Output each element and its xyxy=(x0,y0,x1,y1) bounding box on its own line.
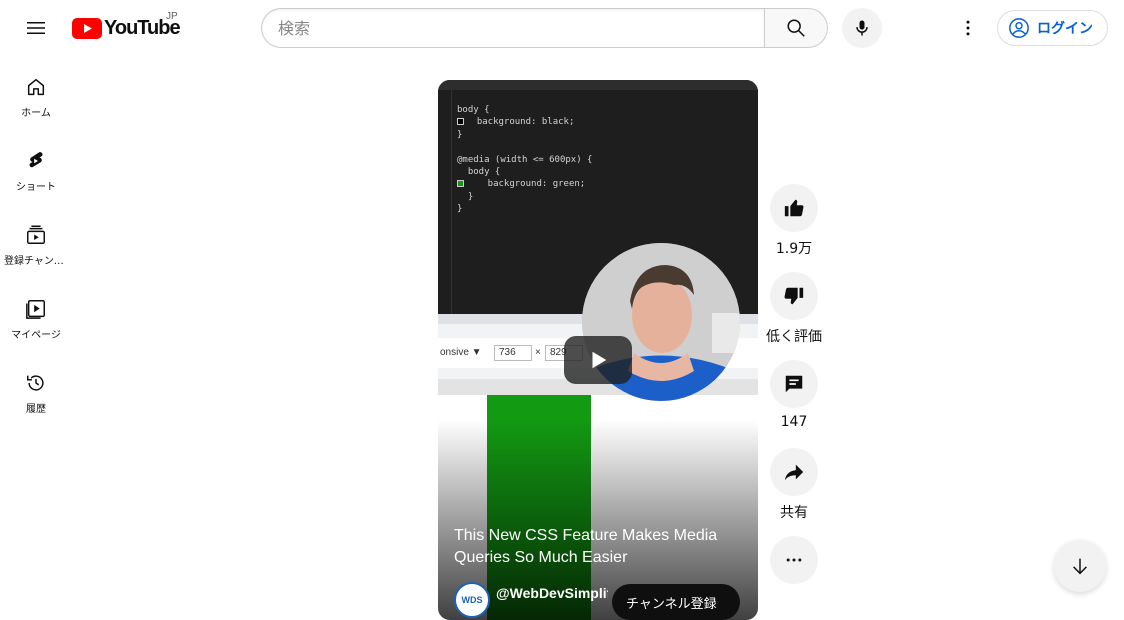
youtube-logo[interactable]: YouTube JP xyxy=(72,11,181,39)
settings-more-button[interactable] xyxy=(948,8,988,48)
dislike-label: 低く評価 xyxy=(766,329,822,345)
more-actions-button[interactable] xyxy=(770,536,818,584)
code-line: } xyxy=(457,204,463,215)
device-width-field: 736 xyxy=(494,345,532,361)
sidebar-item-library[interactable]: マイページ xyxy=(0,278,72,352)
device-select: onsive ▼ xyxy=(440,347,482,358)
sidebar-item-shorts[interactable]: ショート xyxy=(0,130,72,204)
code-line: } xyxy=(457,129,463,140)
voice-search-button[interactable] xyxy=(842,8,882,48)
channel-handle[interactable]: @WebDevSimplified xyxy=(496,585,608,601)
play-button[interactable] xyxy=(564,336,632,384)
code-block: body { background: black;} @media (width… xyxy=(457,104,592,216)
comments-action: 147 xyxy=(770,360,818,430)
arrow-down-icon xyxy=(1073,558,1087,575)
search-box xyxy=(261,8,828,48)
subscribe-label: チャンネル登録 xyxy=(626,596,717,612)
color-swatch-black xyxy=(457,118,464,126)
dislike-button[interactable] xyxy=(770,272,818,320)
comment-icon xyxy=(785,375,803,393)
logo-region-code: JP xyxy=(166,11,178,22)
dislike-action: 低く評価 xyxy=(766,272,822,346)
hamburger-menu-icon xyxy=(27,22,45,34)
like-count: 1.9万 xyxy=(775,241,813,257)
code-line: body { xyxy=(457,105,490,115)
search-button[interactable] xyxy=(764,8,828,48)
code-line: @media (width <= 600px) { xyxy=(457,154,593,165)
more-horizontal-icon xyxy=(786,558,802,562)
code-line-text: background: black; xyxy=(466,117,575,128)
code-line-text: background: green; xyxy=(466,179,586,190)
next-video-button[interactable] xyxy=(1054,540,1106,592)
home-icon xyxy=(27,78,45,96)
history-icon xyxy=(27,375,44,391)
login-button[interactable]: ログイン xyxy=(997,10,1108,46)
sidebar-item-subscriptions[interactable]: 登録チャンネル xyxy=(0,204,72,278)
microphone-icon xyxy=(856,20,868,36)
subscriptions-icon xyxy=(27,225,45,244)
account-circle-icon xyxy=(1009,18,1029,38)
guide-menu-button[interactable] xyxy=(16,8,56,48)
share-action: 共有 xyxy=(770,448,818,522)
comments-button[interactable] xyxy=(770,360,818,408)
sidebar-item-label: ホーム xyxy=(21,108,51,119)
more-vertical-icon xyxy=(966,20,970,36)
share-icon xyxy=(784,464,804,481)
channel-row: WDS @WebDevSimplified チャンネル登録 xyxy=(454,580,754,620)
channel-avatar-text: WDS xyxy=(461,595,483,605)
like-action: 1.9万 xyxy=(770,184,818,258)
editor-gutter xyxy=(438,90,452,314)
color-swatch-green xyxy=(457,180,464,188)
sidebar-item-label: ショート xyxy=(16,182,56,193)
sidebar-item-label: 登録チャンネル xyxy=(4,256,68,267)
sidebar-item-home[interactable]: ホーム xyxy=(0,56,72,130)
library-icon xyxy=(26,300,45,319)
comment-count: 147 xyxy=(780,414,808,430)
editor-title-bar xyxy=(438,80,758,90)
login-label: ログイン xyxy=(1037,20,1093,36)
masthead: YouTube JP ログイン xyxy=(0,0,1124,56)
more-action xyxy=(770,536,818,584)
share-label: 共有 xyxy=(780,505,808,521)
code-line: background: black; xyxy=(457,116,592,128)
share-button[interactable] xyxy=(770,448,818,496)
sidebar-item-label: マイページ xyxy=(11,330,61,341)
mini-guide: ホーム ショート 登録チャンネル マイページ 履歴 xyxy=(0,56,72,426)
video-title[interactable]: This New CSS Feature Makes Media Queries… xyxy=(454,525,744,569)
search-input[interactable] xyxy=(261,8,764,48)
dimension-separator: × xyxy=(535,347,541,358)
youtube-logo-icon xyxy=(72,17,102,39)
channel-avatar[interactable]: WDS xyxy=(454,582,490,618)
thumbs-down-icon xyxy=(784,287,804,305)
like-button[interactable] xyxy=(770,184,818,232)
search-icon xyxy=(787,19,805,37)
code-line: } xyxy=(457,191,474,202)
subscribe-button[interactable]: チャンネル登録 xyxy=(612,584,740,620)
play-icon xyxy=(592,351,607,369)
code-line: body { xyxy=(457,167,501,178)
shorts-icon xyxy=(29,152,43,168)
thumbs-up-icon xyxy=(784,199,804,217)
sidebar-item-label: 履歴 xyxy=(26,404,46,415)
shorts-player[interactable]: body { background: black;} @media (width… xyxy=(438,80,758,620)
code-line: background: green; xyxy=(457,178,592,190)
sidebar-item-history[interactable]: 履歴 xyxy=(0,352,72,426)
